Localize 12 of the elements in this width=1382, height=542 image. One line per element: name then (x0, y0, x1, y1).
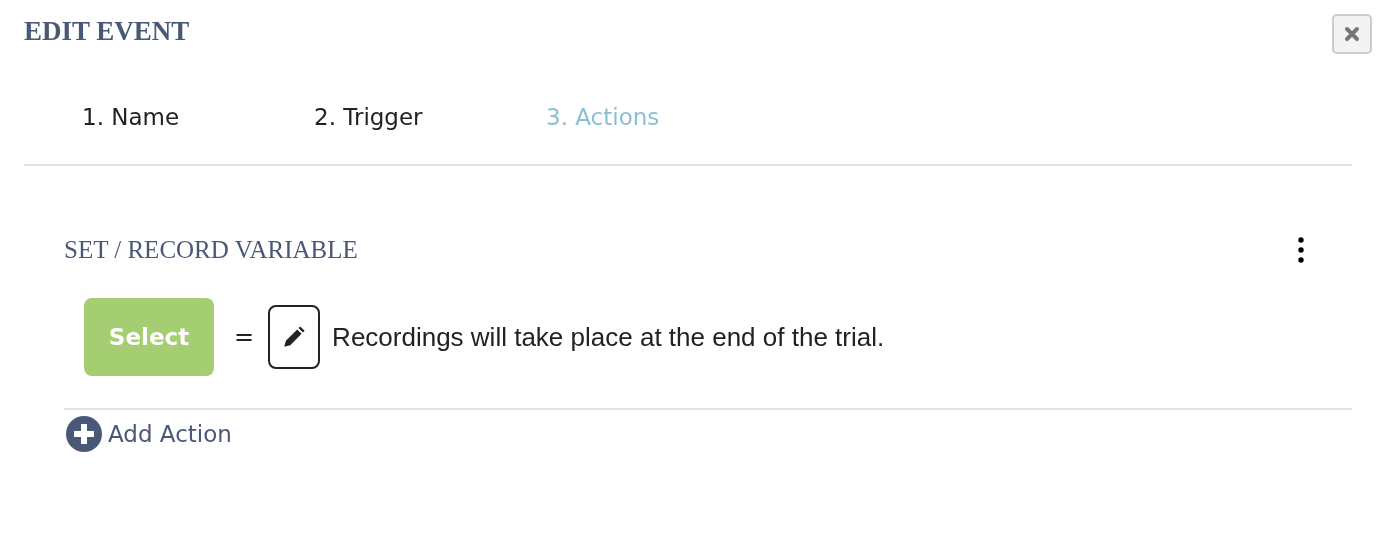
value-text: Recordings will take place at the end of the trial. (332, 321, 885, 353)
edit-button[interactable] (268, 305, 321, 369)
add-action-button[interactable]: Add Action (66, 416, 232, 452)
more-options-icon[interactable] (1298, 237, 1304, 263)
action-title: SET / RECORD VARIABLE (64, 236, 358, 264)
close-button[interactable] (1332, 14, 1372, 54)
equals-sign: = (234, 323, 255, 351)
step-tab[interactable]: 1. Name (82, 104, 314, 130)
close-icon (1344, 26, 1360, 42)
dialog-title: EDIT EVENT (24, 16, 190, 47)
step-tab[interactable]: 2. Trigger (314, 104, 546, 130)
plus-circle-icon (66, 416, 102, 452)
